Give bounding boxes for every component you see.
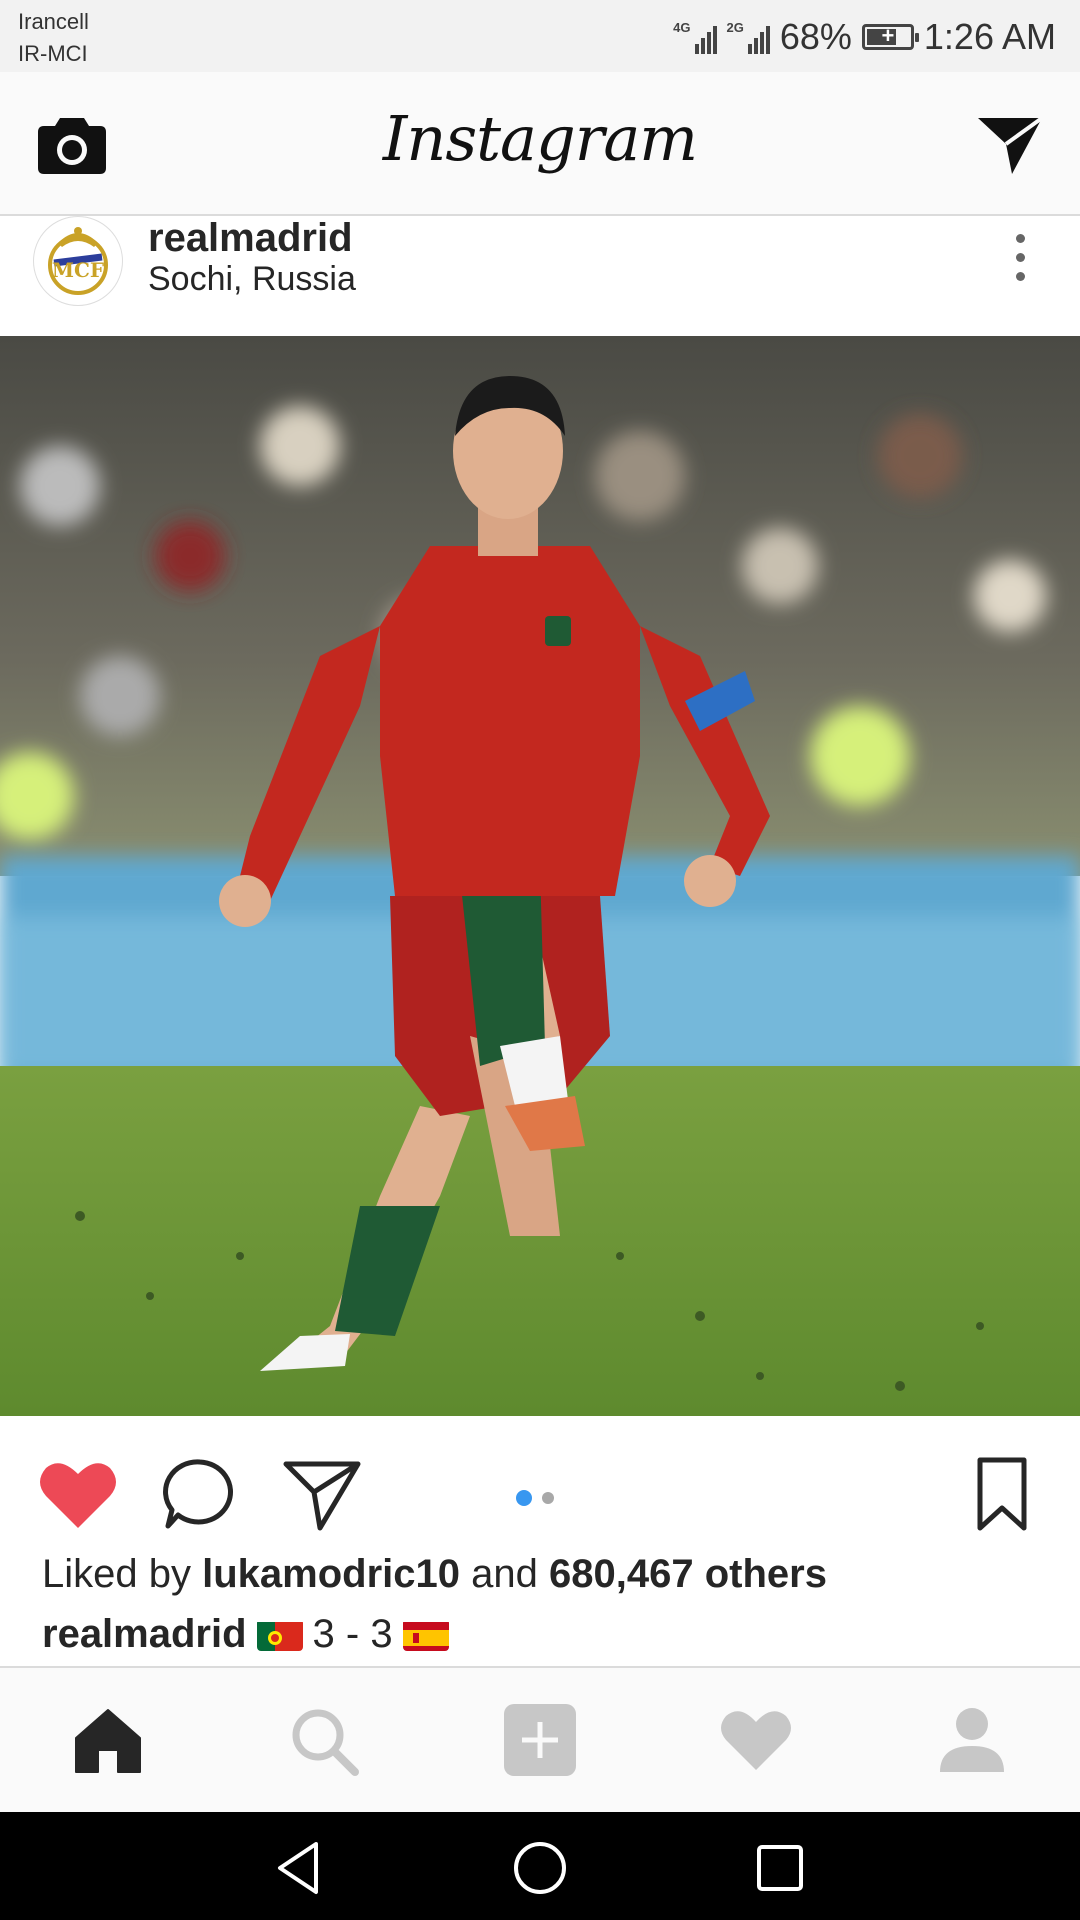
bookmark-icon[interactable] (960, 1452, 1044, 1536)
direct-message-icon[interactable] (974, 112, 1046, 176)
recents-icon[interactable] (750, 1838, 810, 1898)
add-post-icon[interactable] (502, 1702, 578, 1778)
network-type-label: 4G (673, 20, 691, 35)
share-icon[interactable] (280, 1452, 364, 1536)
real-madrid-crest-icon: MCF (48, 227, 108, 295)
post-header: MCF realmadrid Sochi, Russia (0, 216, 1080, 336)
battery-percent: 68% (779, 16, 852, 57)
home-icon[interactable] (70, 1702, 146, 1778)
activity-heart-icon[interactable] (718, 1702, 794, 1778)
comment-icon[interactable] (158, 1452, 242, 1536)
likes-prefix: Liked by (42, 1552, 191, 1596)
app-header: Instagram (0, 72, 1080, 216)
portugal-flag-icon (256, 1619, 303, 1651)
carrier-network: IR-MCI (18, 41, 88, 66)
carousel-indicator (516, 1490, 554, 1506)
instagram-logo: Instagram (382, 102, 698, 175)
profile-icon[interactable] (934, 1702, 1010, 1778)
signal-4g-icon: 4G (673, 20, 717, 54)
liked-by-user[interactable]: lukamodric10 (202, 1552, 460, 1596)
android-navigation-bar (0, 1812, 1080, 1920)
likes-count[interactable]: 680,467 others (549, 1552, 827, 1596)
status-indicators: 4G 2G 68% + 1:26 AM (673, 12, 1056, 62)
post-location[interactable]: Sochi, Russia (148, 260, 356, 299)
svg-text:MCF: MCF (52, 258, 104, 282)
carrier-info: Irancell IR-MCI (18, 6, 89, 70)
charging-icon: + (881, 23, 895, 48)
network-type-label: 2G (726, 20, 744, 35)
status-bar: Irancell IR-MCI 4G 2G 68% + 1:26 AM (0, 0, 1080, 72)
carousel-dot (542, 1492, 554, 1504)
clock: 1:26 AM (923, 16, 1056, 57)
post-username[interactable]: realmadrid (148, 216, 353, 261)
more-vertical-icon[interactable] (1008, 234, 1032, 288)
signal-2g-icon: 2G (727, 20, 770, 54)
post-caption: realmadrid 3 - 3 (42, 1612, 449, 1657)
carrier-name: Irancell (18, 9, 89, 34)
carousel-dot-active (516, 1490, 532, 1506)
player-kicking-photo (0, 336, 1080, 1416)
avatar[interactable]: MCF (33, 216, 123, 306)
post-actions (0, 1416, 1080, 1556)
back-icon[interactable] (270, 1838, 330, 1898)
spain-flag-icon (402, 1619, 449, 1651)
bottom-nav (0, 1666, 1080, 1812)
likes-conjunction: and (471, 1552, 538, 1596)
like-heart-icon[interactable] (36, 1452, 120, 1536)
post-photo[interactable] (0, 336, 1080, 1416)
caption-score: 3 - 3 (312, 1612, 393, 1656)
battery-icon: + (861, 23, 919, 50)
search-icon[interactable] (285, 1702, 361, 1778)
likes-summary: Liked by lukamodric10 and 680,467 others (42, 1552, 827, 1597)
caption-username[interactable]: realmadrid (42, 1612, 247, 1657)
home-circle-icon[interactable] (510, 1838, 570, 1898)
